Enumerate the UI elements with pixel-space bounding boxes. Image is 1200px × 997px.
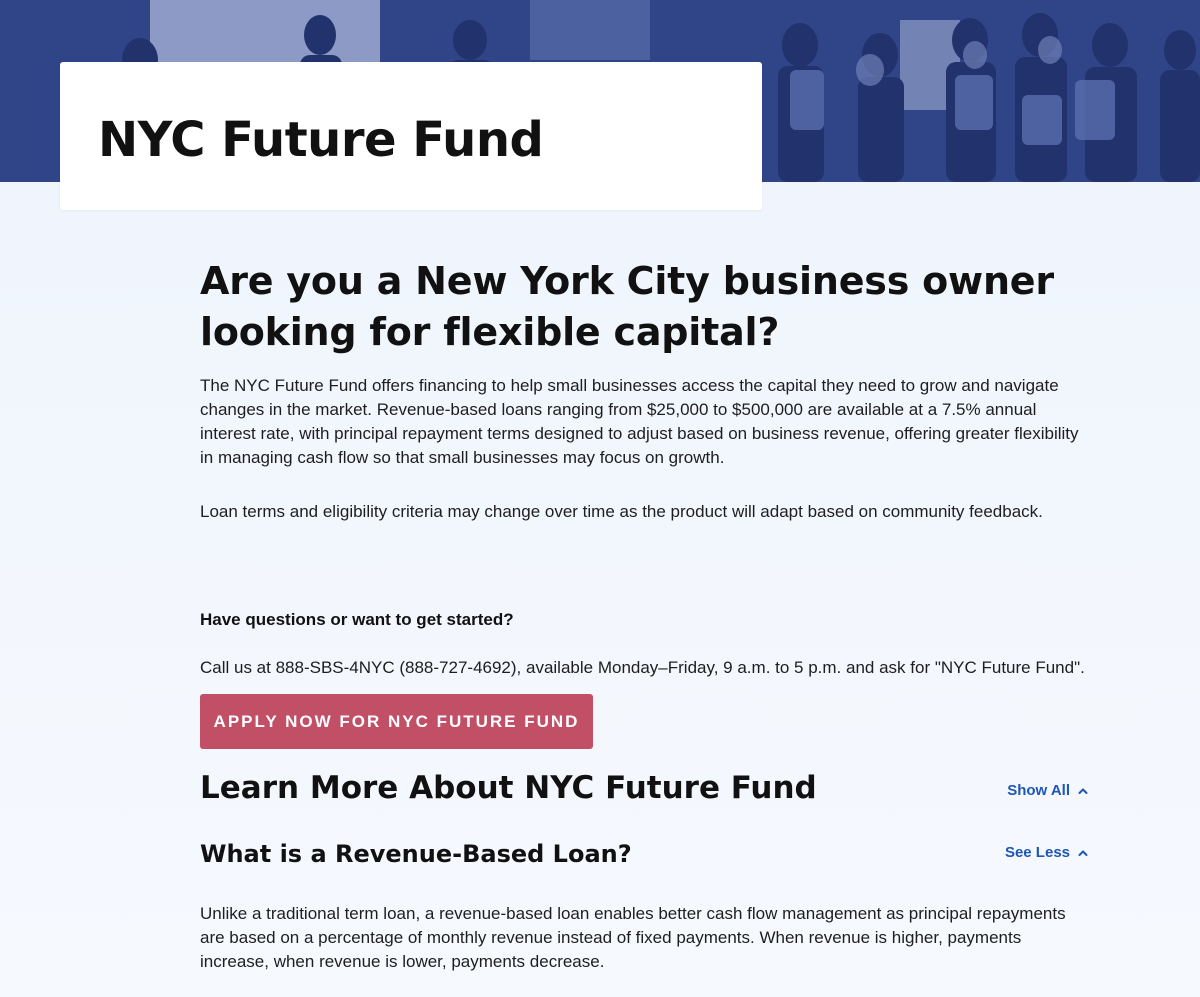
see-less-label: See Less [1004,844,1070,861]
learn-more-title: Learn More About NYC Future Fund [200,770,817,806]
chevron-up-icon [1078,787,1088,794]
faq-item-header[interactable]: What is a Revenue-Based Loan? See Less [200,838,1088,874]
questions-heading: Have questions or want to get started? [200,610,514,629]
see-less-button[interactable]: See Less [1005,844,1088,861]
main-content: Are you a New York City business owner l… [200,256,1100,749]
main-heading: Are you a New York City business owner l… [200,259,1054,354]
contact-info: Call us at 888-SBS-4NYC (888-727-4692), … [200,658,1085,677]
apply-now-button[interactable]: APPLY NOW FOR NYC FUTURE FUND [200,694,593,749]
learn-more-header: Learn More About NYC Future Fund Show Al… [200,768,1088,812]
faq-item-body: Unlike a traditional term loan, a revenu… [200,904,1066,971]
show-all-label: Show All [1007,782,1070,799]
page-title: NYC Future Fund [98,112,544,168]
faq-item-title: What is a Revenue-Based Loan? [200,840,632,868]
chevron-up-icon [1078,849,1088,856]
title-card: NYC Future Fund [60,62,762,210]
intro-paragraph: The NYC Future Fund offers financing to … [200,376,1079,467]
terms-note: Loan terms and eligibility criteria may … [200,502,1043,521]
show-all-button[interactable]: Show All [1007,782,1088,799]
